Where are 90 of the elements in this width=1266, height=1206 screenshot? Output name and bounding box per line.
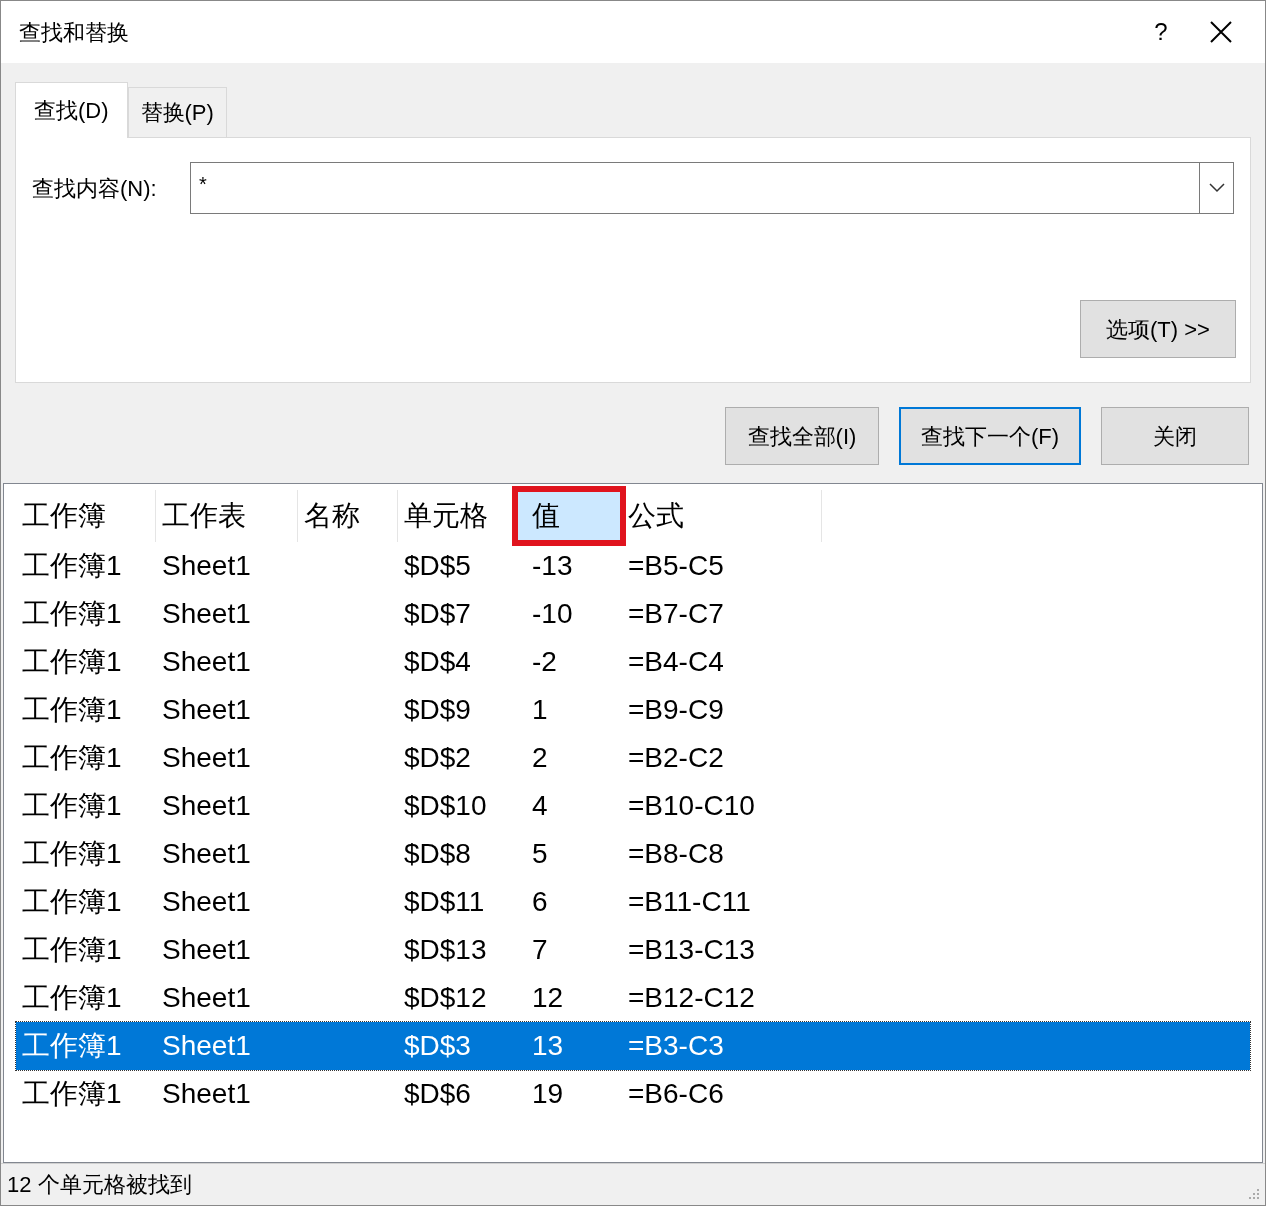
table-cell: -13 xyxy=(532,550,573,581)
help-button[interactable]: ? xyxy=(1131,7,1191,57)
table-cell: 工作簿1 xyxy=(22,646,122,677)
table-cell: $D$5 xyxy=(404,550,471,581)
table-cell: Sheet1 xyxy=(162,598,251,629)
table-cell: 工作簿1 xyxy=(22,790,122,821)
tab[interactable]: 替换(P) xyxy=(127,87,227,137)
table-cell: $D$6 xyxy=(404,1078,471,1109)
table-cell: 工作簿1 xyxy=(22,598,122,629)
table-cell: =B4-C4 xyxy=(628,646,724,677)
table-cell: =B11-C11 xyxy=(628,886,751,917)
table-cell: =B12-C12 xyxy=(628,982,755,1013)
table-cell: $D$3 xyxy=(404,1030,471,1061)
table-cell: -2 xyxy=(532,646,557,677)
table-cell: =B13-C13 xyxy=(628,934,755,965)
table-cell: 工作簿1 xyxy=(22,1030,122,1061)
table-cell: 工作簿1 xyxy=(22,550,122,581)
table-cell: 19 xyxy=(532,1078,564,1109)
table-cell: $D$8 xyxy=(404,838,471,869)
table-cell: $D$10 xyxy=(404,790,487,821)
table-cell: =B2-C2 xyxy=(628,742,724,773)
column-header[interactable]: 公式 xyxy=(622,490,822,542)
result-row[interactable]: 工作簿1 Sheet1 $D$12 12 =B12-C12 xyxy=(16,974,1250,1022)
table-cell: 工作簿1 xyxy=(22,694,122,725)
table-cell: Sheet1 xyxy=(162,1078,251,1109)
table-cell: Sheet1 xyxy=(162,790,251,821)
column-header[interactable]: 名称 xyxy=(298,490,398,542)
table-cell: Sheet1 xyxy=(162,694,251,725)
table-cell: Sheet1 xyxy=(162,838,251,869)
column-header[interactable]: 工作表 xyxy=(156,490,298,542)
result-row[interactable]: 工作簿1 Sheet1 $D$11 6 =B11-C11 xyxy=(16,878,1250,926)
tab[interactable]: 查找(D) xyxy=(15,82,128,138)
dialog-button[interactable]: 查找下一个(F) xyxy=(899,407,1081,465)
dialog-button[interactable]: 查找全部(I) xyxy=(725,407,879,465)
resize-grip-icon xyxy=(1247,1187,1261,1201)
table-cell: 13 xyxy=(532,1030,564,1061)
table-cell: 工作簿1 xyxy=(22,934,122,965)
result-row[interactable]: 工作簿1 Sheet1 $D$5 -13 =B5-C5 xyxy=(16,542,1250,590)
table-cell: Sheet1 xyxy=(162,1030,251,1061)
table-cell: $D$7 xyxy=(404,598,471,629)
table-cell: =B9-C9 xyxy=(628,694,724,725)
table-cell: =B8-C8 xyxy=(628,838,724,869)
table-cell: Sheet1 xyxy=(162,934,251,965)
table-cell: =B3-C3 xyxy=(628,1030,724,1061)
result-row[interactable]: 工作簿1 Sheet1 $D$6 19 =B6-C6 xyxy=(16,1070,1250,1118)
table-cell: 工作簿1 xyxy=(22,742,122,773)
table-cell: 4 xyxy=(532,790,548,821)
result-row[interactable]: 工作簿1 Sheet1 $D$13 7 =B13-C13 xyxy=(16,926,1250,974)
table-cell: 工作簿1 xyxy=(22,886,122,917)
find-label: 查找内容(N): xyxy=(32,174,158,203)
table-cell: 2 xyxy=(532,742,548,773)
table-cell: 工作簿1 xyxy=(22,838,122,869)
table-cell: 工作簿1 xyxy=(22,1078,122,1109)
table-cell: =B5-C5 xyxy=(628,550,724,581)
table-cell: 7 xyxy=(532,934,548,965)
result-row[interactable]: 工作簿1 Sheet1 $D$7 -10 =B7-C7 xyxy=(16,590,1250,638)
find-combobox[interactable]: * xyxy=(190,162,1234,214)
table-cell: 工作簿1 xyxy=(22,982,122,1013)
table-cell: =B6-C6 xyxy=(628,1078,724,1109)
table-cell: 12 xyxy=(532,982,564,1013)
table-cell: $D$13 xyxy=(404,934,487,965)
table-cell: Sheet1 xyxy=(162,646,251,677)
table-cell: $D$4 xyxy=(404,646,471,677)
chevron-down-icon xyxy=(1208,183,1225,193)
result-row[interactable]: 工作簿1 Sheet1 $D$8 5 =B8-C8 xyxy=(16,830,1250,878)
table-cell: 1 xyxy=(532,694,548,725)
table-cell: $D$2 xyxy=(404,742,471,773)
result-row[interactable]: 工作簿1 Sheet1 $D$4 -2 =B4-C4 xyxy=(16,638,1250,686)
window-title: 查找和替换 xyxy=(19,18,130,47)
column-header[interactable]: 工作簿 xyxy=(16,490,156,542)
table-cell: $D$12 xyxy=(404,982,487,1013)
result-row[interactable]: 工作簿1 Sheet1 $D$2 2 =B2-C2 xyxy=(16,734,1250,782)
table-cell: -10 xyxy=(532,598,573,629)
table-cell: Sheet1 xyxy=(162,886,251,917)
table-cell: $D$11 xyxy=(404,886,485,917)
table-cell: Sheet1 xyxy=(162,982,251,1013)
options-button[interactable]: 选项(T) >> xyxy=(1080,300,1236,358)
table-cell: =B10-C10 xyxy=(628,790,755,821)
close-icon xyxy=(1209,20,1233,44)
result-row[interactable]: 工作簿1 Sheet1 $D$10 4 =B10-C10 xyxy=(16,782,1250,830)
result-row[interactable]: 工作簿1 Sheet1 $D$3 13 =B3-C3 xyxy=(16,1022,1250,1070)
table-cell: $D$9 xyxy=(404,694,471,725)
status-text: 12 个单元格被找到 xyxy=(7,1171,193,1199)
table-cell: =B7-C7 xyxy=(628,598,724,629)
table-cell: Sheet1 xyxy=(162,742,251,773)
result-row[interactable]: 工作簿1 Sheet1 $D$9 1 =B9-C9 xyxy=(16,686,1250,734)
table-cell: 5 xyxy=(532,838,548,869)
table-cell: 6 xyxy=(532,886,548,917)
table-cell: Sheet1 xyxy=(162,550,251,581)
dialog-button[interactable]: 关闭 xyxy=(1101,407,1249,465)
